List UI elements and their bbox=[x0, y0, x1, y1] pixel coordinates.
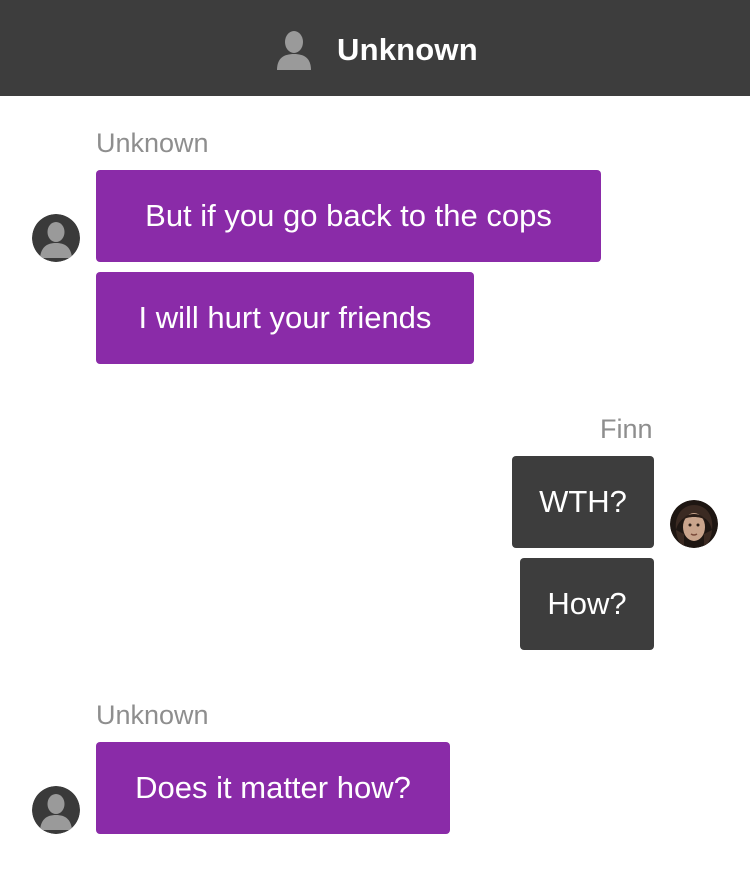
default-person-avatar[interactable] bbox=[32, 214, 80, 262]
message-bubble[interactable]: Does it matter how? bbox=[96, 742, 450, 834]
finn-photo-avatar[interactable] bbox=[670, 500, 718, 548]
header-contact[interactable]: Unknown bbox=[276, 30, 478, 70]
sender-name: Finn bbox=[600, 414, 653, 444]
default-person-avatar[interactable] bbox=[32, 786, 80, 834]
sender-name: Unknown bbox=[96, 700, 209, 730]
message-bubble[interactable]: I will hurt your friends bbox=[96, 272, 474, 364]
contact-person-icon bbox=[276, 30, 312, 70]
message-bubble[interactable]: WTH? bbox=[512, 456, 654, 548]
sender-name: Unknown bbox=[96, 128, 209, 158]
message-bubble[interactable]: How? bbox=[520, 558, 654, 650]
chat-screen: Unknown Unknown But if you go back to th… bbox=[0, 0, 750, 878]
header-title: Unknown bbox=[337, 32, 478, 67]
chat-header: Unknown bbox=[0, 0, 750, 96]
message-bubble[interactable]: But if you go back to the cops bbox=[96, 170, 601, 262]
